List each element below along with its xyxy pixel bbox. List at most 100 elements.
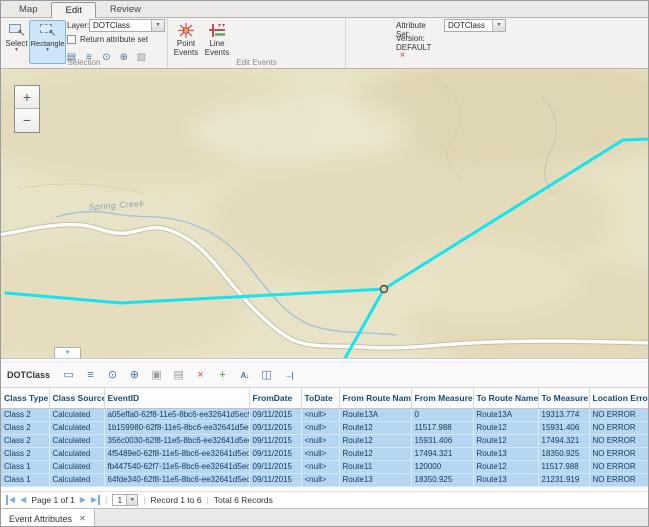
delete-event-icon[interactable]: × (396, 50, 409, 62)
cell-from-measure: 18350.925 (411, 473, 473, 486)
page-dropdown-arrow-icon[interactable]: ▼ (126, 495, 137, 505)
tab-edit[interactable]: Edit (51, 2, 95, 18)
select-caret-icon: ▼ (14, 48, 19, 53)
cell-class-source: Calculated (49, 447, 104, 460)
select-records-icon[interactable]: ▭ (61, 368, 76, 383)
layer-dropdown[interactable]: DOTClass ▼ (89, 19, 165, 32)
cell-class-type: Class 1 (1, 460, 49, 473)
pan-to-selection-icon[interactable]: ⊕ (127, 368, 142, 383)
calculate-field-icon[interactable]: ▤ (171, 368, 186, 383)
app-window: Map Edit Review ↖ Select ▼ ↖ Rectangle ▼ (0, 0, 649, 527)
cell-to-route-name: Route13 (473, 447, 538, 460)
panel-collapse-handle[interactable]: ▼ (54, 347, 81, 358)
cell-class-source: Calculated (49, 421, 104, 434)
pagination-bar: ◀ ◀ Page 1 of 1 ▶ ▶ | 1 ▼ | Record 1 to … (1, 491, 648, 508)
table-row[interactable]: Class 2 Calculated 1b159980-62f8-11e5-8b… (1, 421, 649, 434)
cell-to-measure: 11517.988 (538, 460, 589, 473)
page-number-dropdown[interactable]: 1 ▼ (112, 494, 138, 506)
rectangle-caret-icon: ▼ (45, 48, 50, 53)
return-attribute-set-checkbox[interactable] (67, 35, 76, 44)
column-header[interactable]: Class Type (1, 388, 49, 408)
edit-events-group-label: Edit Events (168, 58, 345, 67)
save-edits-icon[interactable]: ▣ (149, 368, 164, 383)
cell-to-route-name: Route12 (473, 421, 538, 434)
total-records-text: Total 6 Records (214, 495, 273, 505)
sort-records-icon[interactable]: A↓ (237, 368, 252, 383)
point-events-icon (177, 22, 195, 39)
cell-location-error: NO ERROR (589, 473, 649, 486)
edit-events-group: Point Events Line Events Attribute Set: … (168, 18, 346, 68)
ribbon: ↖ Select ▼ ↖ Rectangle ▼ Layer: DOTClass… (1, 18, 648, 69)
column-header[interactable]: Location Error (589, 388, 649, 408)
previous-page-icon[interactable]: ◀ (20, 495, 26, 505)
column-header[interactable]: To Measure (538, 388, 589, 408)
add-record-icon[interactable]: + (215, 368, 230, 383)
attribute-set-dropdown-arrow-icon[interactable]: ▼ (492, 20, 505, 31)
cell-to-date: <null> (301, 434, 339, 447)
basemap: Spring Creek (1, 69, 649, 358)
column-header[interactable]: To Route Name (473, 388, 538, 408)
table-row[interactable]: Class 2 Calculated 356c0030-62f8-11e5-8b… (1, 434, 649, 447)
cell-event-id: 4f5489e0-62f8-11e5-8bc6-ee32641d5ec9 (104, 447, 249, 460)
cell-location-error: NO ERROR (589, 447, 649, 460)
cell-from-date: 09/11/2015 (249, 421, 301, 434)
pager-separator: | (207, 495, 209, 505)
cell-from-measure: 0 (411, 408, 473, 421)
tab-review[interactable]: Review (96, 1, 155, 17)
attribute-panel-toolbar: DOTClass ▭ ≡ ⊙ ⊕ ▣ ▤ × + A↓ ◫ →| (1, 363, 648, 388)
attribute-set-dropdown[interactable]: DOTClass ▼ (444, 19, 506, 32)
column-header[interactable]: Class Source (49, 388, 104, 408)
column-header[interactable]: FromDate (249, 388, 301, 408)
zoom-out-button[interactable]: − (15, 109, 39, 132)
table-row[interactable]: Class 2 Calculated 4f5489e0-62f8-11e5-8b… (1, 447, 649, 460)
cell-event-id: 1b159980-62f8-11e5-8bc6-ee32641d5ec9 (104, 421, 249, 434)
map-zoom-control: + − (14, 85, 40, 133)
cell-class-type: Class 2 (1, 447, 49, 460)
cell-from-date: 09/11/2015 (249, 447, 301, 460)
cell-class-source: Calculated (49, 473, 104, 486)
cell-event-id: 64fde340-62f8-11e5-8bc6-ee32641d5ec9 (104, 473, 249, 486)
cell-from-date: 09/11/2015 (249, 434, 301, 447)
table-row[interactable]: Class 1 Calculated 64fde340-62f8-11e5-8b… (1, 473, 649, 486)
cell-location-error: NO ERROR (589, 421, 649, 434)
ribbon-tab-row: Map Edit Review (1, 1, 648, 18)
cell-class-type: Class 2 (1, 408, 49, 421)
zoom-to-selection-icon[interactable]: ⊙ (105, 368, 120, 383)
split-record-icon[interactable]: →| (281, 368, 296, 383)
first-page-icon[interactable]: ◀ (6, 495, 15, 505)
cell-from-route-name: Route13 (339, 473, 411, 486)
cell-from-route-name: Route13A (339, 408, 411, 421)
cell-event-id: 356c0030-62f8-11e5-8bc6-ee32641d5ec9 (104, 434, 249, 447)
last-page-icon[interactable]: ▶ (91, 495, 100, 505)
cell-to-date: <null> (301, 421, 339, 434)
map-canvas[interactable]: Spring Creek + − ▼ (1, 69, 649, 358)
show-selected-records-icon[interactable]: ≡ (83, 368, 98, 383)
column-header[interactable]: From Measure (411, 388, 473, 408)
tab-label: Event Attributes (9, 514, 72, 524)
event-table-body: Class 2 Calculated a05effa0-62f8-11e5-8b… (1, 408, 649, 486)
column-header[interactable]: From Route Name (339, 388, 411, 408)
zoom-in-button[interactable]: + (15, 86, 39, 109)
table-header-row: Class TypeClass SourceEventIDFromDateToD… (1, 388, 649, 408)
route-junction-marker[interactable] (381, 286, 388, 293)
open-attribute-window-icon[interactable]: ◫ (259, 368, 274, 383)
layer-dropdown-arrow-icon[interactable]: ▼ (151, 20, 164, 31)
tab-map[interactable]: Map (5, 1, 51, 17)
next-page-icon[interactable]: ▶ (80, 495, 86, 505)
table-row[interactable]: Class 1 Calculated fb447540-62f7-11e5-8b… (1, 460, 649, 473)
cell-to-date: <null> (301, 408, 339, 421)
cell-from-route-name: Route12 (339, 421, 411, 434)
export-records-icon[interactable]: × (193, 368, 208, 383)
rectangle-select-icon: ↖ (39, 22, 57, 38)
selection-group-label: Selection (1, 58, 167, 67)
cell-to-measure: 21231.919 (538, 473, 589, 486)
cell-class-type: Class 2 (1, 434, 49, 447)
cell-from-date: 09/11/2015 (249, 408, 301, 421)
cell-class-source: Calculated (49, 408, 104, 421)
column-header[interactable]: EventID (104, 388, 249, 408)
close-tab-icon[interactable]: ✕ (79, 514, 86, 523)
layer-label: Layer: (67, 21, 89, 30)
tab-event-attributes[interactable]: Event Attributes ✕ (1, 509, 95, 527)
table-row[interactable]: Class 2 Calculated a05effa0-62f8-11e5-8b… (1, 408, 649, 421)
column-header[interactable]: ToDate (301, 388, 339, 408)
